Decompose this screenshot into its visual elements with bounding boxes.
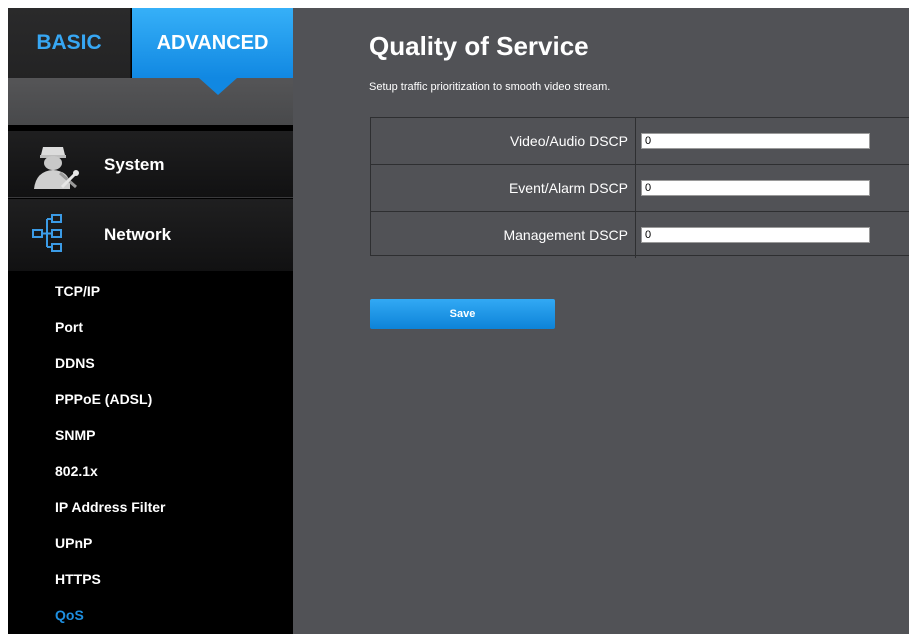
sidebar-item-system-label: System (104, 155, 165, 174)
sidebar-item-network[interactable]: Network (8, 199, 293, 271)
sidebar: BASIC ADVANCED System Network TCP/IP Por… (8, 8, 293, 634)
tab-subheader-bar (8, 78, 293, 125)
sidebar-item-system[interactable]: System (8, 131, 293, 198)
qos-settings-table: Video/Audio DSCP Event/Alarm DSCP Manage… (370, 117, 909, 258)
table-divider (635, 165, 636, 211)
technician-settings-icon (30, 143, 82, 191)
page-title: Quality of Service (369, 31, 589, 61)
qos-row-management: Management DSCP (371, 212, 909, 258)
submenu-item-pppoe[interactable]: PPPoE (ADSL) (55, 391, 152, 407)
submenu-item-https[interactable]: HTTPS (55, 571, 101, 587)
main-content: Quality of Service Setup traffic priorit… (293, 8, 909, 634)
app-frame: BASIC ADVANCED System Network TCP/IP Por… (8, 8, 909, 634)
event-alarm-dscp-input[interactable] (641, 180, 870, 196)
management-dscp-label: Management DSCP (503, 227, 628, 243)
qos-row-video-audio: Video/Audio DSCP (371, 118, 909, 165)
submenu-item-snmp[interactable]: SNMP (55, 427, 95, 443)
video-audio-dscp-label: Video/Audio DSCP (509, 133, 628, 149)
submenu-item-qos[interactable]: QoS (55, 607, 84, 623)
save-button[interactable]: Save (370, 299, 555, 329)
video-audio-dscp-input[interactable] (641, 133, 870, 149)
submenu-item-ip-address-filter[interactable]: IP Address Filter (55, 499, 165, 515)
management-dscp-input[interactable] (641, 227, 870, 243)
submenu-item-8021x[interactable]: 802.1x (55, 463, 98, 479)
page-subtitle: Setup traffic prioritization to smooth v… (369, 81, 611, 93)
tab-advanced[interactable]: ADVANCED (132, 8, 293, 78)
active-tab-pointer (199, 78, 237, 95)
sidebar-item-network-label: Network (104, 225, 172, 244)
submenu-item-port[interactable]: Port (55, 319, 83, 335)
tab-basic[interactable]: BASIC (8, 8, 131, 78)
table-divider (635, 118, 636, 164)
table-divider (635, 212, 636, 258)
mode-tabs: BASIC ADVANCED (8, 8, 293, 78)
submenu-item-tcpip[interactable]: TCP/IP (55, 283, 100, 299)
submenu-item-ddns[interactable]: DDNS (55, 355, 95, 371)
network-tree-icon (30, 211, 82, 259)
qos-row-event-alarm: Event/Alarm DSCP (371, 165, 909, 212)
event-alarm-dscp-label: Event/Alarm DSCP (508, 180, 628, 196)
submenu-item-upnp[interactable]: UPnP (55, 535, 92, 551)
